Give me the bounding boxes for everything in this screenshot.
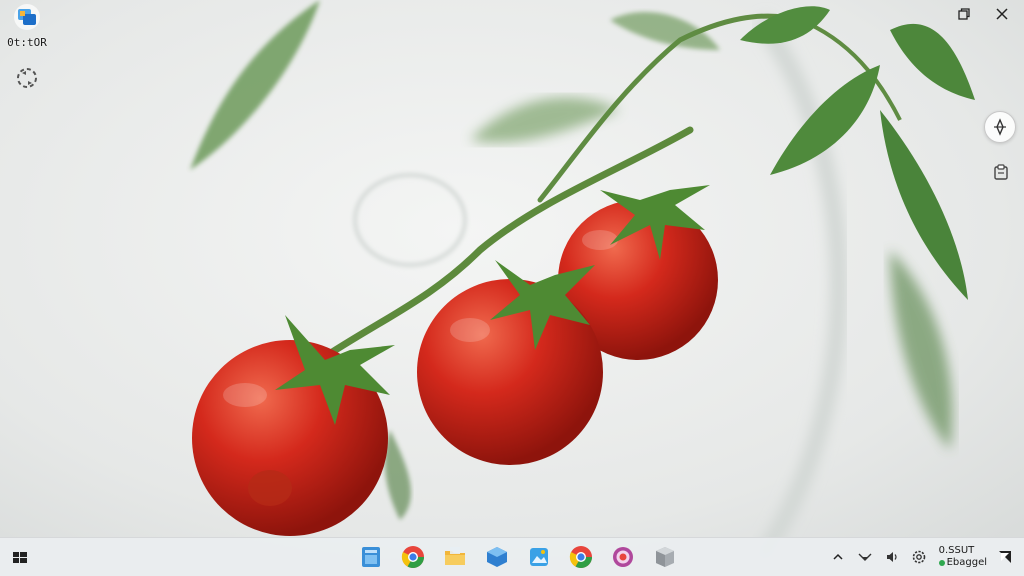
system-tray: 0.SSUT Ebaggel (829, 538, 1014, 576)
start-icon (13, 552, 27, 563)
photos-icon (530, 548, 548, 566)
chrome-icon (401, 546, 424, 568)
compass-icon (994, 118, 1006, 136)
taskbar-app-chrome[interactable] (398, 541, 428, 573)
tray-volume-button[interactable] (883, 548, 901, 566)
clock-time: 0.SSUT (938, 545, 975, 556)
taskbar-app-lens[interactable] (608, 541, 638, 573)
tray-overflow-button[interactable] (829, 548, 847, 566)
desktop: 0t:tOR 0.SSUT Ebaggel (0, 0, 1024, 576)
taskbar-apps (356, 541, 680, 573)
network-icon (858, 553, 872, 561)
chevron-up-icon (833, 553, 843, 560)
clock-date-row: Ebaggel (938, 557, 987, 569)
side-clipboard-button[interactable] (986, 157, 1016, 187)
lens-icon (613, 547, 633, 567)
status-dot-icon (938, 560, 945, 566)
files-icon (362, 547, 380, 567)
taskbar-app-box[interactable] (482, 541, 512, 573)
notification-icon (999, 551, 1011, 563)
taskbar-app-folder[interactable] (440, 541, 470, 573)
recycle-icon (17, 68, 37, 88)
taskbar-app-chrome-2[interactable] (566, 541, 596, 573)
tray-clock[interactable]: 0.SSUT Ebaggel (938, 545, 987, 569)
cube-icon (656, 547, 674, 567)
close-button[interactable] (990, 3, 1014, 25)
wallpaper-image (0, 0, 1024, 576)
settings-icon (912, 550, 925, 564)
taskbar-app-files[interactable] (356, 541, 386, 573)
clock-date: Ebaggel (946, 557, 987, 568)
taskbar-app-cube[interactable] (650, 541, 680, 573)
box-icon (487, 547, 507, 567)
app-window-icon (14, 4, 40, 30)
taskbar-app-photos[interactable] (524, 541, 554, 573)
folder-icon (445, 547, 465, 565)
tray-settings-button[interactable] (910, 548, 928, 566)
notification-button[interactable] (996, 548, 1014, 566)
chrome-icon (569, 546, 592, 568)
close-icon (996, 8, 1008, 20)
desktop-icon-label: 0t:tOR (7, 36, 47, 49)
tray-network-button[interactable] (856, 548, 874, 566)
desktop-icon-recycle[interactable] (4, 64, 50, 95)
restore-icon (958, 8, 970, 20)
clipboard-icon (994, 164, 1008, 180)
taskbar: 0.SSUT Ebaggel (0, 537, 1024, 576)
desktop-icon-app[interactable]: 0t:tOR (4, 2, 50, 49)
start-button[interactable] (8, 546, 32, 568)
side-compass-button[interactable] (984, 111, 1016, 143)
volume-icon (886, 552, 897, 562)
restore-button[interactable] (952, 3, 976, 25)
